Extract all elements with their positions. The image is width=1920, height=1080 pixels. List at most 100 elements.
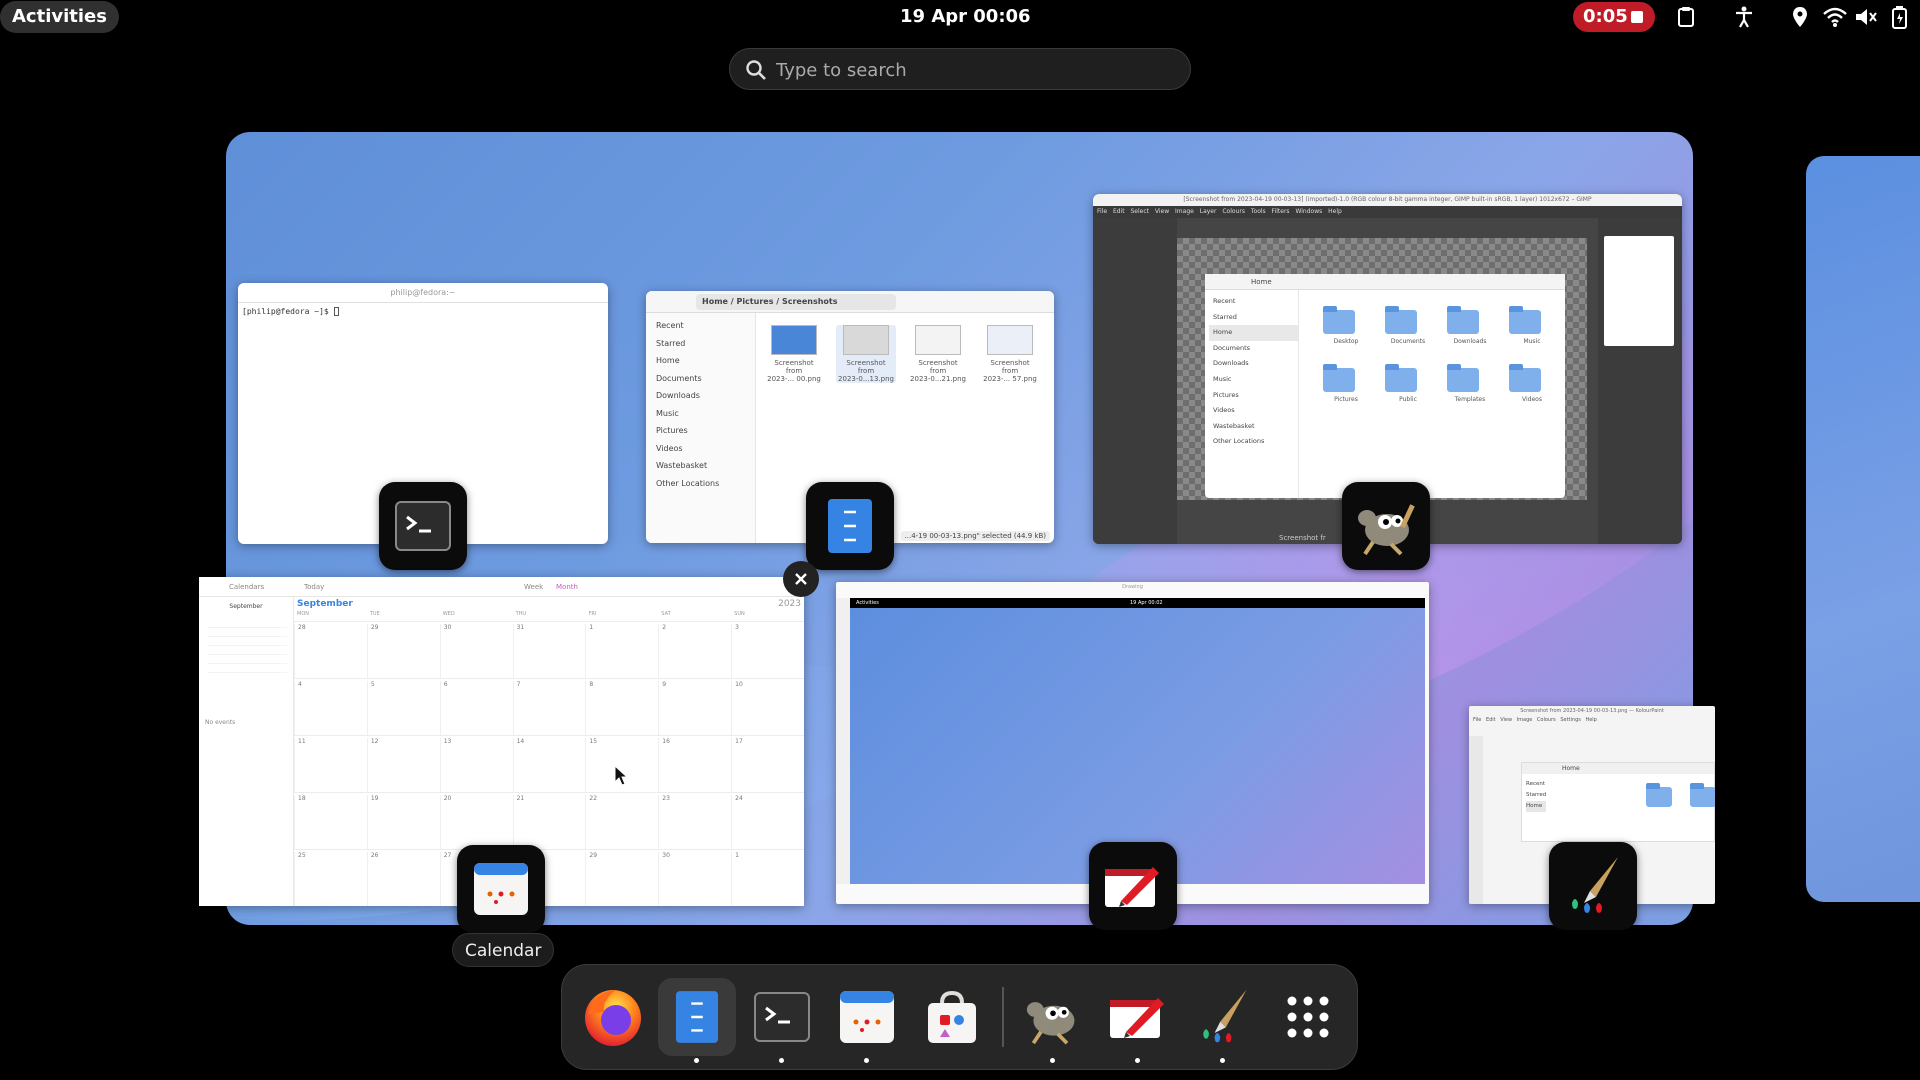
breadcrumb-screenshots[interactable]: Screenshots <box>782 297 838 306</box>
dock-show-apps[interactable] <box>1269 978 1347 1056</box>
file-item[interactable]: Screenshot from 2023-0...13.png <box>836 325 896 383</box>
sidebar-item-starred[interactable]: Starred <box>646 335 755 353</box>
day-cell[interactable]: 17 <box>731 738 804 793</box>
dock-files[interactable] <box>658 978 736 1063</box>
day-cell[interactable]: 19 <box>366 795 440 850</box>
breadcrumb-home[interactable]: Home <box>702 297 728 306</box>
day-cell[interactable]: 4 <box>294 681 367 736</box>
wifi-icon[interactable] <box>1822 4 1848 30</box>
terminal-content: [philip@fedora ~]$ <box>238 303 608 320</box>
day-cell[interactable]: 7 <box>512 681 586 736</box>
clock[interactable]: 19 Apr 00:06 <box>900 0 1031 34</box>
mini-month-label: September <box>229 603 263 610</box>
day-cell[interactable]: 3 <box>731 624 804 679</box>
clipboard-icon[interactable] <box>1673 4 1699 30</box>
volume-muted-icon[interactable] <box>1853 4 1879 30</box>
calendars-label[interactable]: Calendars <box>229 583 264 591</box>
search-bar[interactable] <box>729 48 1191 90</box>
sidebar-item-home[interactable]: Home <box>646 352 755 370</box>
sidebar-item-documents[interactable]: Documents <box>646 370 755 388</box>
day-cell[interactable]: 2 <box>658 624 731 679</box>
breadcrumb[interactable]: Home / Pictures / Screenshots <box>696 294 896 310</box>
location-icon[interactable] <box>1787 4 1813 30</box>
close-window-button[interactable] <box>783 561 819 597</box>
day-cell[interactable]: 26 <box>366 852 440 906</box>
day-cell[interactable]: 30 <box>439 624 513 679</box>
day-cell[interactable]: 13 <box>439 738 513 793</box>
dock-drawing[interactable] <box>1099 978 1177 1063</box>
kolourpaint-title: Screenshot from 2023-04-19 00-03-13.png … <box>1520 708 1664 714</box>
day-cell[interactable]: 25 <box>294 852 367 906</box>
day-cell[interactable]: 24 <box>731 795 804 850</box>
day-cell[interactable]: 1 <box>585 624 658 679</box>
breadcrumb-pictures[interactable]: Pictures <box>736 297 773 306</box>
dock-firefox[interactable] <box>574 978 652 1056</box>
day-cell[interactable]: 28 <box>294 624 367 679</box>
accessibility-icon[interactable] <box>1731 4 1757 30</box>
battery-icon[interactable] <box>1886 4 1912 30</box>
kolourpaint-toolbox[interactable] <box>1469 736 1483 904</box>
day-cell[interactable]: 29 <box>585 852 658 906</box>
kolourpaint-icon <box>1203 989 1247 1043</box>
day-cell[interactable]: 9 <box>658 681 731 736</box>
activities-button[interactable]: Activities <box>0 1 119 33</box>
dock-kolourpaint[interactable] <box>1184 978 1262 1063</box>
day-cell[interactable]: 10 <box>731 681 804 736</box>
gimp-brushes-panel[interactable] <box>1598 218 1682 544</box>
files-sidebar: Recent Starred Home Documents Downloads … <box>646 313 756 543</box>
day-cell[interactable]: 12 <box>366 738 440 793</box>
kolourpaint-canvas[interactable]: Home Recent Starred Home <box>1521 762 1715 842</box>
day-cell[interactable]: 30 <box>658 852 731 906</box>
day-cell[interactable]: 29 <box>366 624 440 679</box>
dock-software[interactable] <box>913 978 991 1056</box>
next-workspace-preview[interactable] <box>1806 156 1920 902</box>
gimp-app-icon <box>1342 482 1430 570</box>
today-button[interactable]: Today <box>304 583 324 591</box>
calendar-icon <box>840 991 894 1043</box>
canvas-sidebar: Recent Starred Home Documents Downloads Mu… <box>1205 290 1299 498</box>
drawing-icon <box>1110 998 1164 1038</box>
day-cell[interactable]: 6 <box>439 681 513 736</box>
day-cell[interactable]: 21 <box>512 795 586 850</box>
day-cell[interactable]: 16 <box>658 738 731 793</box>
day-cell[interactable]: 8 <box>585 681 658 736</box>
close-icon <box>795 573 807 585</box>
sidebar-item-videos[interactable]: Videos <box>646 440 755 458</box>
gimp-canvas[interactable]: Home Recent Starred Home Documents Downloa… <box>1177 238 1587 500</box>
calendar-app-icon <box>457 845 545 933</box>
gimp-menubar[interactable]: File Edit Select View Image Layer Colour… <box>1093 206 1682 218</box>
sidebar-item-recent[interactable]: Recent <box>646 317 755 335</box>
day-cell[interactable]: 11 <box>294 738 367 793</box>
day-cell[interactable]: 18 <box>294 795 367 850</box>
sidebar-item-other-locations[interactable]: Other Locations <box>646 475 755 493</box>
search-input[interactable] <box>774 55 1174 85</box>
gimp-toolbox[interactable] <box>1093 218 1177 544</box>
kolourpaint-menubar[interactable]: File Edit View Image Colours Settings He… <box>1469 716 1715 725</box>
day-cell[interactable]: 22 <box>585 795 658 850</box>
day-cell[interactable]: 31 <box>512 624 586 679</box>
sidebar-item-downloads[interactable]: Downloads <box>646 387 755 405</box>
dock-calendar[interactable] <box>828 978 906 1063</box>
files-icon <box>675 991 719 1043</box>
day-cell[interactable]: 20 <box>439 795 513 850</box>
sidebar-item-music[interactable]: Music <box>646 405 755 423</box>
dock-terminal[interactable] <box>743 978 821 1063</box>
day-cell[interactable]: 23 <box>658 795 731 850</box>
month-grid[interactable]: September 2023 MON TUE WED THU FRI SAT S… <box>294 597 804 906</box>
sidebar-item-pictures[interactable]: Pictures <box>646 422 755 440</box>
month-view-button[interactable]: Month <box>556 583 578 591</box>
file-item[interactable]: Screenshot from 2023-... 00.png <box>764 325 824 383</box>
screen-recording-indicator[interactable]: 0:05 <box>1573 2 1655 32</box>
day-cell[interactable]: 14 <box>512 738 586 793</box>
week-view-button[interactable]: Week <box>524 583 543 591</box>
mini-calendar[interactable] <box>207 619 287 681</box>
software-icon <box>928 990 976 1043</box>
day-cell[interactable]: 1 <box>731 852 804 906</box>
file-item[interactable]: Screenshot from 2023-0...21.png <box>908 325 968 383</box>
sidebar-item-wastebasket[interactable]: Wastebasket <box>646 457 755 475</box>
drawing-tools[interactable] <box>836 598 850 884</box>
file-item[interactable]: Screenshot from 2023-... 57.png <box>980 325 1040 383</box>
dock-gimp[interactable] <box>1014 978 1092 1063</box>
day-cell[interactable]: 5 <box>366 681 440 736</box>
calendar-icon <box>474 863 528 915</box>
